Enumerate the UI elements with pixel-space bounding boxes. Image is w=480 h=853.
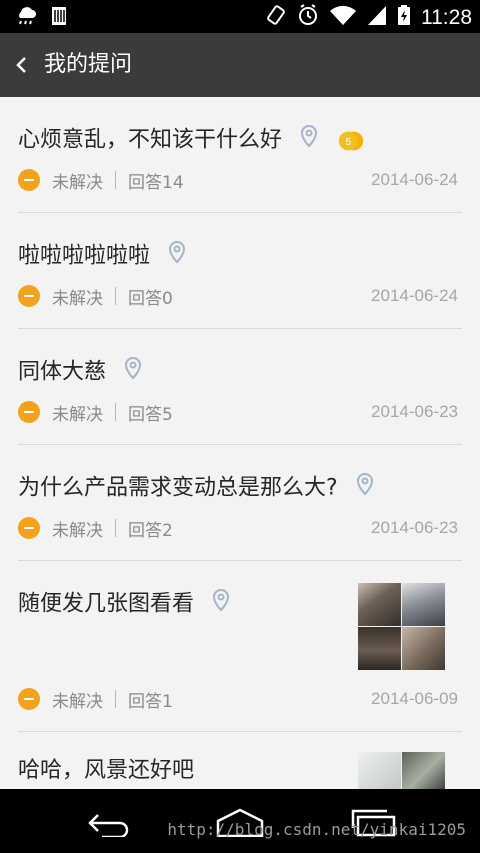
question-date: 2014-06-09 bbox=[371, 689, 458, 708]
divider bbox=[115, 171, 116, 189]
location-pin-icon bbox=[299, 124, 319, 157]
location-pin-icon bbox=[123, 356, 143, 389]
answer-count: 回答1 bbox=[128, 691, 173, 712]
coin-badge: 5 bbox=[336, 130, 366, 152]
navigation-bar: http://blog.csdn.net/yinkai1205 bbox=[0, 789, 480, 853]
answer-count: 回答5 bbox=[128, 404, 173, 425]
question-list[interactable]: 心烦意乱，不知该干什么好 5 未解决 回答14 2014-06-24 啦啦啦啦啦… bbox=[0, 97, 480, 789]
unresolved-icon bbox=[18, 517, 40, 539]
question-meta: 未解决 回答5 2014-06-23 bbox=[18, 400, 462, 425]
image-grid[interactable] bbox=[358, 583, 445, 670]
back-arrow-icon bbox=[88, 814, 129, 839]
question-meta: 未解决 回答1 2014-06-09 bbox=[18, 687, 462, 712]
chevron-left-icon bbox=[16, 57, 26, 73]
image-thumbnail[interactable] bbox=[402, 627, 445, 670]
status-text: 未解决 bbox=[52, 691, 103, 712]
signal-icon bbox=[367, 4, 387, 30]
question-title: 同体大慈 bbox=[18, 356, 143, 389]
question-item[interactable]: 啦啦啦啦啦啦 未解决 回答0 2014-06-24 bbox=[18, 213, 462, 329]
alarm-icon bbox=[297, 4, 319, 30]
divider bbox=[115, 690, 116, 708]
question-date: 2014-06-23 bbox=[371, 402, 458, 421]
sim-icon bbox=[50, 6, 68, 30]
svg-text:5: 5 bbox=[345, 136, 351, 147]
question-meta: 未解决 回答14 2014-06-24 bbox=[18, 168, 462, 193]
back-nav-button[interactable] bbox=[82, 807, 132, 841]
question-title: 随便发几张图看看 bbox=[18, 588, 231, 621]
location-pin-icon bbox=[355, 472, 375, 505]
divider bbox=[115, 519, 116, 537]
page-title: 我的提问 bbox=[44, 52, 133, 77]
answer-count: 回答0 bbox=[128, 288, 173, 309]
wifi-icon bbox=[329, 4, 357, 30]
status-text: 未解决 bbox=[52, 520, 103, 541]
status-text: 未解决 bbox=[52, 172, 103, 193]
app-bar: 我的提问 bbox=[0, 33, 480, 97]
question-title: 心烦意乱，不知该干什么好 5 bbox=[18, 124, 366, 157]
question-item[interactable]: 同体大慈 未解决 回答5 2014-06-23 bbox=[18, 329, 462, 445]
image-thumbnail[interactable] bbox=[358, 752, 401, 789]
image-thumbnail[interactable] bbox=[358, 627, 401, 670]
divider bbox=[115, 287, 116, 305]
question-title: 啦啦啦啦啦啦 bbox=[18, 240, 187, 273]
question-date: 2014-06-23 bbox=[371, 518, 458, 537]
status-time: 11:28 bbox=[421, 5, 472, 29]
question-item[interactable]: 哈哈，风景还好吧 bbox=[18, 732, 462, 789]
image-thumbnail[interactable] bbox=[358, 583, 401, 626]
question-title: 哈哈，风景还好吧 bbox=[18, 758, 195, 783]
image-thumbnail[interactable] bbox=[402, 583, 445, 626]
rotate-icon bbox=[265, 4, 287, 30]
divider bbox=[115, 403, 116, 421]
back-button[interactable] bbox=[12, 53, 34, 77]
status-text: 未解决 bbox=[52, 404, 103, 425]
question-item[interactable]: 心烦意乱，不知该干什么好 5 未解决 回答14 2014-06-24 bbox=[18, 97, 462, 213]
battery-icon bbox=[397, 4, 411, 30]
image-thumbnail[interactable] bbox=[402, 752, 445, 789]
answer-count: 回答2 bbox=[128, 520, 173, 541]
unresolved-icon bbox=[18, 688, 40, 710]
question-date: 2014-06-24 bbox=[371, 286, 458, 305]
question-title: 为什么产品需求变动总是那么大? bbox=[18, 472, 375, 505]
location-pin-icon bbox=[211, 588, 231, 621]
unresolved-icon bbox=[18, 169, 40, 191]
status-bar: 11:28 bbox=[0, 0, 480, 33]
watermark: http://blog.csdn.net/yinkai1205 bbox=[167, 820, 466, 839]
location-pin-icon bbox=[167, 240, 187, 273]
question-item[interactable]: 为什么产品需求变动总是那么大? 未解决 回答2 2014-06-23 bbox=[18, 445, 462, 561]
question-item[interactable]: 随便发几张图看看 未解决 回答1 2014-06-09 bbox=[18, 561, 462, 732]
unresolved-icon bbox=[18, 401, 40, 423]
unresolved-icon bbox=[18, 285, 40, 307]
question-date: 2014-06-24 bbox=[371, 170, 458, 189]
status-text: 未解决 bbox=[52, 288, 103, 309]
answer-count: 回答14 bbox=[128, 172, 184, 193]
weather-icon bbox=[14, 6, 38, 30]
image-grid[interactable] bbox=[358, 752, 445, 789]
question-meta: 未解决 回答2 2014-06-23 bbox=[18, 516, 462, 541]
question-meta: 未解决 回答0 2014-06-24 bbox=[18, 284, 462, 309]
